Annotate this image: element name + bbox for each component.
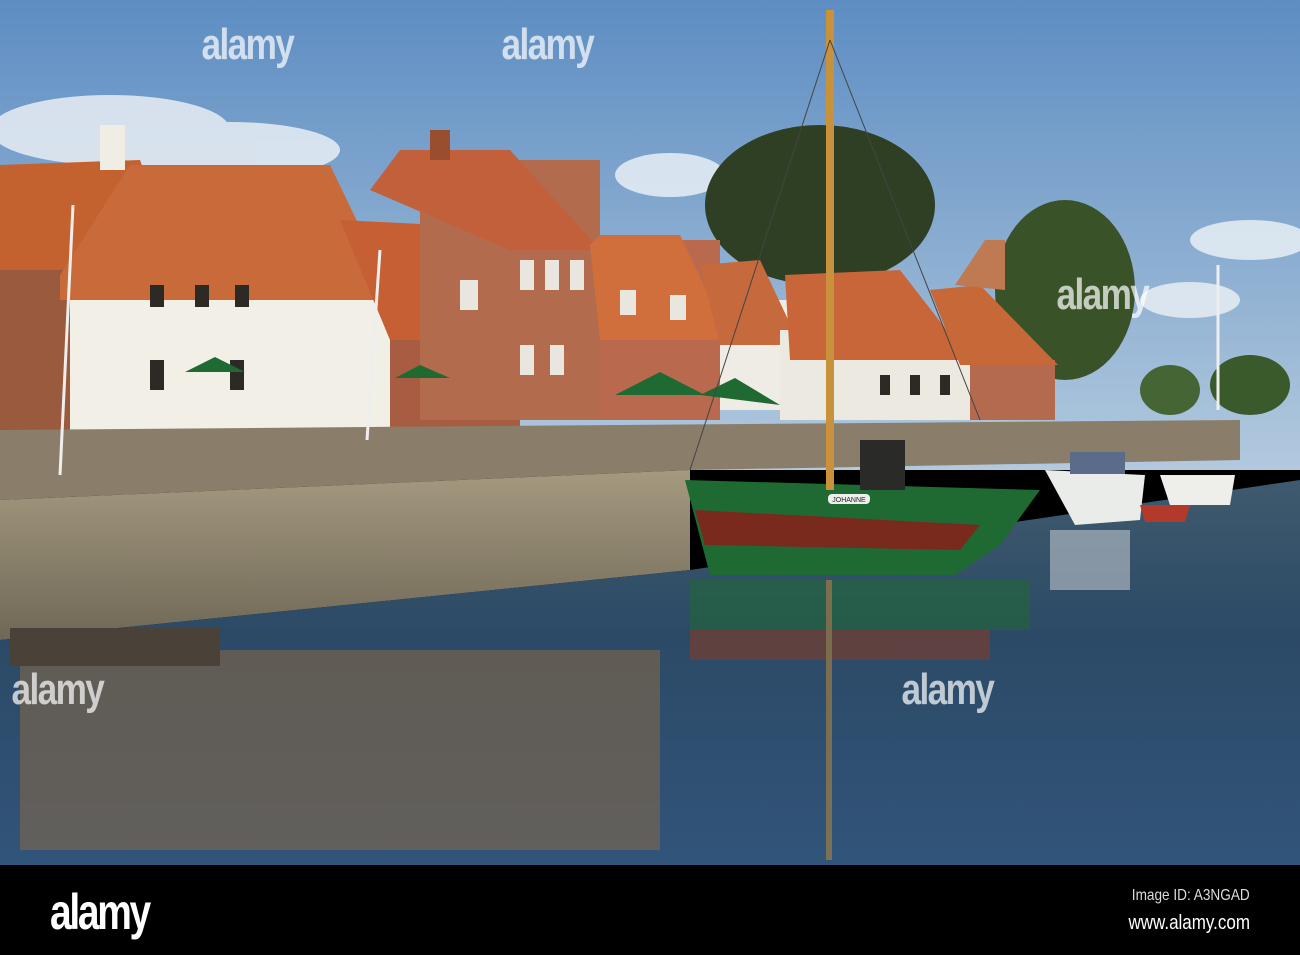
boat-name: JOHANNE: [832, 497, 866, 504]
watermark: alamy: [901, 665, 994, 714]
website-link[interactable]: www.alamy.com: [1128, 912, 1250, 935]
footer-bar: alamy Image ID: A3NGAD www.alamy.com: [0, 865, 1300, 955]
alamy-logo: alamy: [50, 884, 151, 940]
watermark: alamy: [11, 665, 104, 714]
stock-photo: JOHANNE alamy alamy alamy alamy alamy al…: [0, 0, 1300, 955]
harbour-photo: JOHANNE: [0, 0, 1300, 865]
watermark: alamy: [1056, 270, 1149, 319]
pontoon: [10, 628, 220, 666]
image-id: Image ID: A3NGAD: [1132, 887, 1250, 904]
watermark: alamy: [201, 20, 294, 69]
watermark: alamy: [501, 20, 594, 69]
